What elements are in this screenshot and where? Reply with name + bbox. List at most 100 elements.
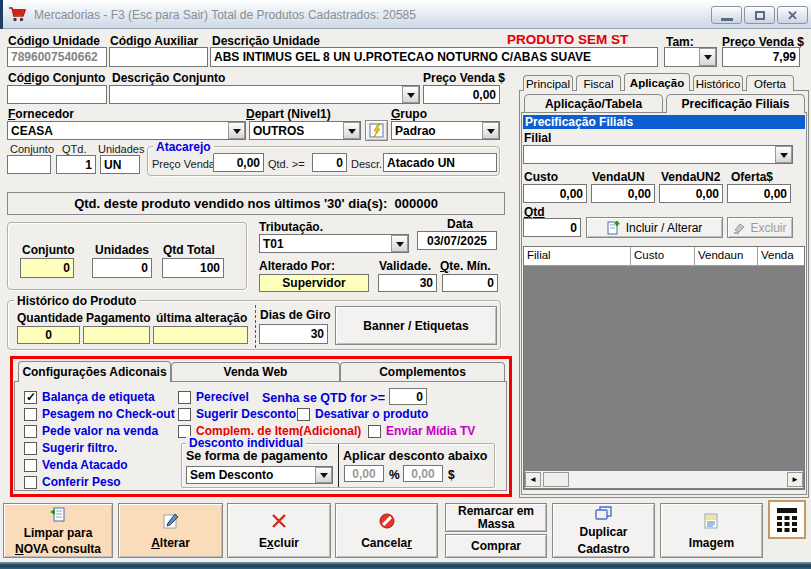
balanca-etiqueta-checkbox[interactable]: Balança de etiqueta <box>24 390 155 404</box>
sugerir-filtro-checkbox[interactable]: Sugerir filtro. <box>24 441 117 455</box>
eraser-icon <box>733 221 746 234</box>
tab-oferta[interactable]: Oferta <box>746 75 794 91</box>
qte-min-input[interactable]: 0 <box>442 274 498 292</box>
copy-icon <box>594 505 614 522</box>
dias-giro-input[interactable]: 30 <box>259 324 328 344</box>
codigo-unidade-input[interactable]: 7896007540662 <box>7 47 107 67</box>
custo-input[interactable]: 0,00 <box>523 184 587 203</box>
descricao-unidade-label: Descrição Unidade <box>212 34 320 48</box>
excluir-right-button[interactable]: Excluir <box>727 217 793 238</box>
grupo-label: Grupo <box>391 107 427 121</box>
dropdown-arrow-icon[interactable] <box>482 122 499 139</box>
scroll-thumb[interactable] <box>543 472 569 487</box>
depart-select[interactable]: OUTROS <box>249 121 361 140</box>
perecivel-checkbox[interactable]: Perecível <box>178 390 249 404</box>
pede-valor-venda-checkbox[interactable]: Pede valor na venda <box>24 424 158 438</box>
pct-unit-label: % <box>389 468 400 482</box>
fornecedor-select[interactable]: CEASA <box>7 121 246 140</box>
qtd-right-input[interactable]: 0 <box>523 218 581 237</box>
codigo-conjunto-input[interactable] <box>7 85 107 104</box>
conferir-peso-checkbox[interactable]: Conferir Peso <box>24 475 121 489</box>
vendaun-input[interactable]: 0,00 <box>591 184 655 203</box>
imagem-button[interactable]: Imagem <box>660 503 763 558</box>
qtd-input[interactable]: 1 <box>56 155 96 174</box>
duplicar-cadastro-button[interactable]: Duplicar Cadastro <box>552 503 655 558</box>
scroll-left-button[interactable]: ◄ <box>525 472 541 487</box>
tab-configuracoes-adicionais[interactable]: Configurações Adiconais <box>18 361 171 382</box>
forma-pagamento-select[interactable]: Sem Desconto <box>186 466 333 484</box>
incluir-alterar-button[interactable]: Incluir / Alterar <box>586 217 723 238</box>
desconto-pct-input[interactable]: 0,00 <box>344 465 384 482</box>
atacarejo-preco-venda-input[interactable]: 0,00 <box>213 153 264 172</box>
vendaun2-input[interactable]: 0,00 <box>659 184 723 203</box>
atacarejo-descr-input[interactable]: Atacado UN <box>383 153 497 172</box>
scroll-right-button[interactable]: ► <box>787 472 803 487</box>
dropdown-arrow-icon[interactable] <box>343 122 360 139</box>
descricao-unidade-input[interactable]: ABS INTIMUS GEL 8 UN U.PROTECAO NOTURNO … <box>210 47 658 67</box>
atacarejo-qtd-input[interactable]: 0 <box>312 153 347 172</box>
dropdown-arrow-icon[interactable] <box>402 86 419 103</box>
tam-select[interactable] <box>664 47 717 67</box>
data-input[interactable]: 03/07/2025 <box>417 231 497 250</box>
conjunto-label: Conjunto <box>10 143 54 155</box>
grupo-select[interactable]: Padrao <box>391 121 500 140</box>
keypad-button[interactable] <box>768 500 806 539</box>
totals-conjunto-label: Conjunto <box>22 243 75 257</box>
close-button[interactable]: ✕ <box>777 6 808 24</box>
conjunto-input[interactable] <box>7 155 51 174</box>
totals-conjunto-input[interactable]: 0 <box>20 258 74 278</box>
dropdown-arrow-icon[interactable] <box>228 122 245 139</box>
vendaun2-label: VendaUN2 <box>661 170 720 184</box>
enviar-midia-checkbox[interactable]: Enviar Mídia TV <box>368 424 475 438</box>
grid-header-venda2: Venda <box>758 247 804 266</box>
totals-unidades-input[interactable]: 0 <box>92 258 152 278</box>
tributacao-select[interactable]: T01 <box>259 234 409 253</box>
dropdown-arrow-icon[interactable] <box>315 467 332 483</box>
grid-hscrollbar[interactable]: ◄ ► <box>525 471 803 488</box>
alterado-por-label: Alterado Por: <box>259 259 335 273</box>
window-edge-left <box>0 0 3 29</box>
tab-historico[interactable]: Histórico <box>693 75 743 91</box>
tab-fiscal[interactable]: Fiscal <box>576 75 621 91</box>
dropdown-arrow-icon[interactable] <box>775 146 792 163</box>
senha-qtd-input[interactable]: 0 <box>389 388 427 405</box>
tab-precificacao-filiais[interactable]: Precificação Filiais <box>666 94 805 113</box>
ultima-alteracao-label: última alteração <box>156 311 247 325</box>
preco-venda2-input[interactable]: 0,00 <box>423 85 500 104</box>
preco-venda-input[interactable]: 7,99 <box>722 47 800 67</box>
oferta-input[interactable]: 0,00 <box>727 184 791 203</box>
tab-aplicacao[interactable]: Aplicação <box>624 73 690 91</box>
desconto-val-input[interactable]: 0,00 <box>403 465 443 482</box>
historico-title: Histórico do Produto <box>14 294 139 308</box>
banner-etiquetas-button[interactable]: Banner / Etiquetas <box>335 306 497 345</box>
dropdown-arrow-icon[interactable] <box>699 48 716 66</box>
descricao-conjunto-select[interactable] <box>109 85 420 104</box>
comprar-button[interactable]: Comprar <box>445 534 547 558</box>
aplicar-desconto-label: Aplicar desconto abaixo <box>343 449 487 463</box>
minimize-button[interactable] <box>711 6 742 24</box>
edit-depart-button[interactable] <box>365 120 388 141</box>
cancelar-button[interactable]: Cancelar <box>335 503 438 558</box>
sugerir-desconto-checkbox[interactable]: Sugerir Desconto <box>178 407 296 421</box>
excluir-button[interactable]: Excluir <box>227 503 331 558</box>
limpar-nova-consulta-button[interactable]: Limpar para NOVA consulta <box>3 503 113 558</box>
dropdown-arrow-icon[interactable] <box>391 235 408 252</box>
validade-input[interactable]: 30 <box>378 274 437 292</box>
pesagem-checkout-checkbox[interactable]: Pesagem no Check-out <box>24 407 175 421</box>
alterar-button[interactable]: Alterar <box>118 503 223 558</box>
tab-principal[interactable]: Principal <box>523 75 573 91</box>
tab-venda-web[interactable]: Venda Web <box>171 362 340 381</box>
codigo-auxiliar-input[interactable] <box>109 47 208 67</box>
filiais-grid[interactable]: Filial Custo Vendaun Venda ◄ ► <box>523 246 805 490</box>
totals-qtd-total-input[interactable]: 100 <box>162 258 224 278</box>
maximize-button[interactable] <box>744 6 775 24</box>
tab-aplicacao-tabela[interactable]: Aplicação/Tabela <box>524 94 663 112</box>
atacarejo-preco-venda-label: Preço Venda <box>152 158 215 170</box>
unidades-input[interactable]: UN <box>100 155 140 174</box>
desativar-produto-checkbox[interactable]: Desativar o produto <box>297 407 428 421</box>
venda-atacado-checkbox[interactable]: Venda Atacado <box>24 458 128 472</box>
remarcar-massa-button[interactable]: Remarcar emMassa <box>445 503 547 532</box>
filial-select[interactable] <box>523 145 793 164</box>
pagamento-field <box>83 326 150 344</box>
tab-complementos[interactable]: Complementos <box>340 362 505 381</box>
